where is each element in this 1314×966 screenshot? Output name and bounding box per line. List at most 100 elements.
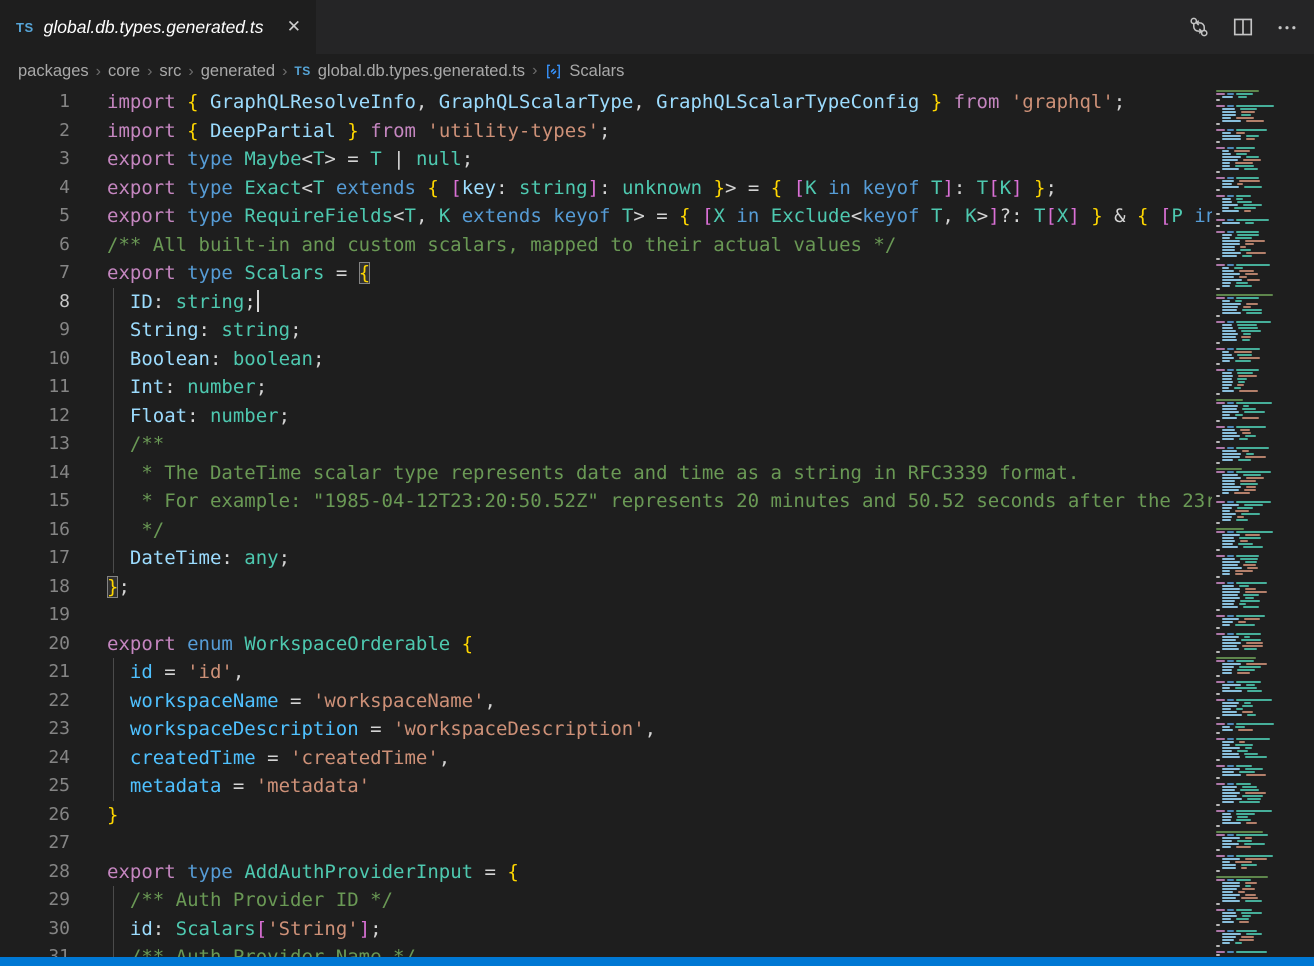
code-line[interactable]: 17 DateTime: any; [0, 544, 1212, 573]
minimap-line [1222, 672, 1232, 674]
minimap-line [1222, 180, 1234, 182]
minimap-line [1222, 795, 1237, 797]
minimap-line [1222, 705, 1237, 707]
code-line[interactable]: 24 createdTime = 'createdTime', [0, 744, 1212, 773]
minimap-line [1222, 771, 1234, 773]
minimap-line [1222, 339, 1237, 341]
more-actions-icon[interactable] [1272, 12, 1302, 42]
minimap-line [1216, 717, 1220, 719]
minimap-line [1222, 372, 1232, 374]
minimap-line [1222, 543, 1233, 545]
minimap-line [1239, 438, 1247, 440]
minimap-line [1216, 825, 1220, 827]
minimap-line [1216, 903, 1220, 905]
code-line[interactable]: 3export type Maybe<T> = T | null; [0, 145, 1212, 174]
code-text: export type AddAuthProviderInput = { [107, 858, 519, 887]
code-line[interactable]: 11 Int: number; [0, 373, 1212, 402]
minimap-line [1222, 324, 1232, 326]
code-text: workspaceName = 'workspaceName', [107, 687, 496, 716]
code-line[interactable]: 30 id: Scalars['String']; [0, 915, 1212, 944]
split-editor-icon[interactable] [1228, 12, 1258, 42]
minimap-line [1216, 441, 1220, 443]
minimap-line [1227, 879, 1234, 881]
minimap-line [1236, 834, 1268, 836]
minimap-line [1239, 666, 1261, 668]
minimap-line [1216, 732, 1220, 734]
code-text: Boolean: boolean; [107, 345, 324, 374]
minimap-line [1227, 93, 1234, 95]
minimap-line [1222, 546, 1238, 548]
minimap-line [1240, 249, 1250, 251]
code-line[interactable]: 19 [0, 601, 1212, 630]
code-line[interactable]: 13 /** [0, 430, 1212, 459]
code-line[interactable]: 28export type AddAuthProviderInput = { [0, 858, 1212, 887]
code-line[interactable]: 1import { GraphQLResolveInfo, GraphQLSca… [0, 88, 1212, 117]
breadcrumb-item-symbol[interactable]: Scalars [544, 62, 624, 81]
minimap-line [1222, 276, 1234, 278]
minimap-line [1222, 900, 1240, 902]
minimap-line [1222, 702, 1239, 704]
code-line[interactable]: 23 workspaceDescription = 'workspaceDesc… [0, 715, 1212, 744]
breadcrumb-item-packages[interactable]: packages [18, 62, 89, 80]
minimap-line [1216, 231, 1225, 233]
minimap-line [1239, 585, 1249, 587]
code-line[interactable]: 29 /** Auth Provider ID */ [0, 886, 1212, 915]
line-number: 26 [0, 801, 70, 830]
minimap-line [1241, 513, 1260, 515]
code-text: */ [107, 516, 164, 545]
code-line[interactable]: 18}; [0, 573, 1212, 602]
minimap-line [1235, 624, 1255, 626]
minimap-line [1247, 690, 1262, 692]
code-line[interactable]: 9 String: string; [0, 316, 1212, 345]
code-line[interactable]: 15 * For example: "1985-04-12T23:20:50.5… [0, 487, 1212, 516]
minimap-line [1216, 369, 1225, 371]
code-line[interactable]: 16 */ [0, 516, 1212, 545]
code-area[interactable]: 1import { GraphQLResolveInfo, GraphQLSca… [0, 88, 1212, 957]
minimap-line [1234, 267, 1243, 269]
breadcrumb-item-generated[interactable]: generated [201, 62, 275, 80]
code-line[interactable]: 31 /** Auth Provider Name */ [0, 943, 1212, 957]
minimap-line [1216, 294, 1273, 296]
code-line[interactable]: 14 * The DateTime scalar type represents… [0, 459, 1212, 488]
minimap-line [1227, 615, 1234, 617]
code-line[interactable]: 21 id = 'id', [0, 658, 1212, 687]
minimap-line [1216, 876, 1268, 878]
minimap-line [1222, 648, 1239, 650]
minimap-line [1222, 417, 1237, 419]
minimap-line [1247, 567, 1258, 569]
minimap-line [1241, 330, 1261, 332]
code-line[interactable]: 5export type RequireFields<T, K extends … [0, 202, 1212, 231]
minimap-line [1236, 105, 1274, 107]
code-line[interactable]: 22 workspaceName = 'workspaceName', [0, 687, 1212, 716]
code-line[interactable]: 12 Float: number; [0, 402, 1212, 431]
code-line[interactable]: 2import { DeepPartial } from 'utility-ty… [0, 117, 1212, 146]
minimap-line [1236, 723, 1274, 725]
tab-global-db-types-generated[interactable]: TS global.db.types.generated.ts ✕ [0, 0, 316, 54]
code-line[interactable]: 20export enum WorkspaceOrderable { [0, 630, 1212, 659]
breadcrumb-item-core[interactable]: core [108, 62, 140, 80]
code-line[interactable]: 7export type Scalars = { [0, 259, 1212, 288]
breadcrumb-item-src[interactable]: src [159, 62, 181, 80]
line-number: 23 [0, 715, 70, 744]
code-line[interactable]: 10 Boolean: boolean; [0, 345, 1212, 374]
code-line[interactable]: 25 metadata = 'metadata' [0, 772, 1212, 801]
code-line[interactable]: 27 [0, 829, 1212, 858]
minimap-line [1227, 195, 1234, 197]
line-number: 12 [0, 402, 70, 431]
code-line[interactable]: 8 ID: string; [0, 288, 1212, 317]
breadcrumb-item-file[interactable]: TS global.db.types.generated.ts [294, 62, 525, 81]
minimap-line [1236, 132, 1245, 134]
code-line[interactable]: 26} [0, 801, 1212, 830]
code-line[interactable]: 4export type Exact<T extends { [key: str… [0, 174, 1212, 203]
close-tab-icon[interactable]: ✕ [282, 15, 306, 39]
code-text: workspaceDescription = 'workspaceDescrip… [107, 715, 656, 744]
minimap-line [1222, 492, 1229, 494]
minimap-line [1236, 855, 1273, 857]
minimap[interactable] [1212, 88, 1314, 957]
minimap-line [1222, 792, 1240, 794]
open-changes-icon[interactable] [1184, 12, 1214, 42]
minimap-line [1216, 855, 1225, 857]
line-number: 15 [0, 487, 70, 516]
code-line[interactable]: 6/** All built-in and custom scalars, ma… [0, 231, 1212, 260]
minimap-line [1222, 846, 1231, 848]
